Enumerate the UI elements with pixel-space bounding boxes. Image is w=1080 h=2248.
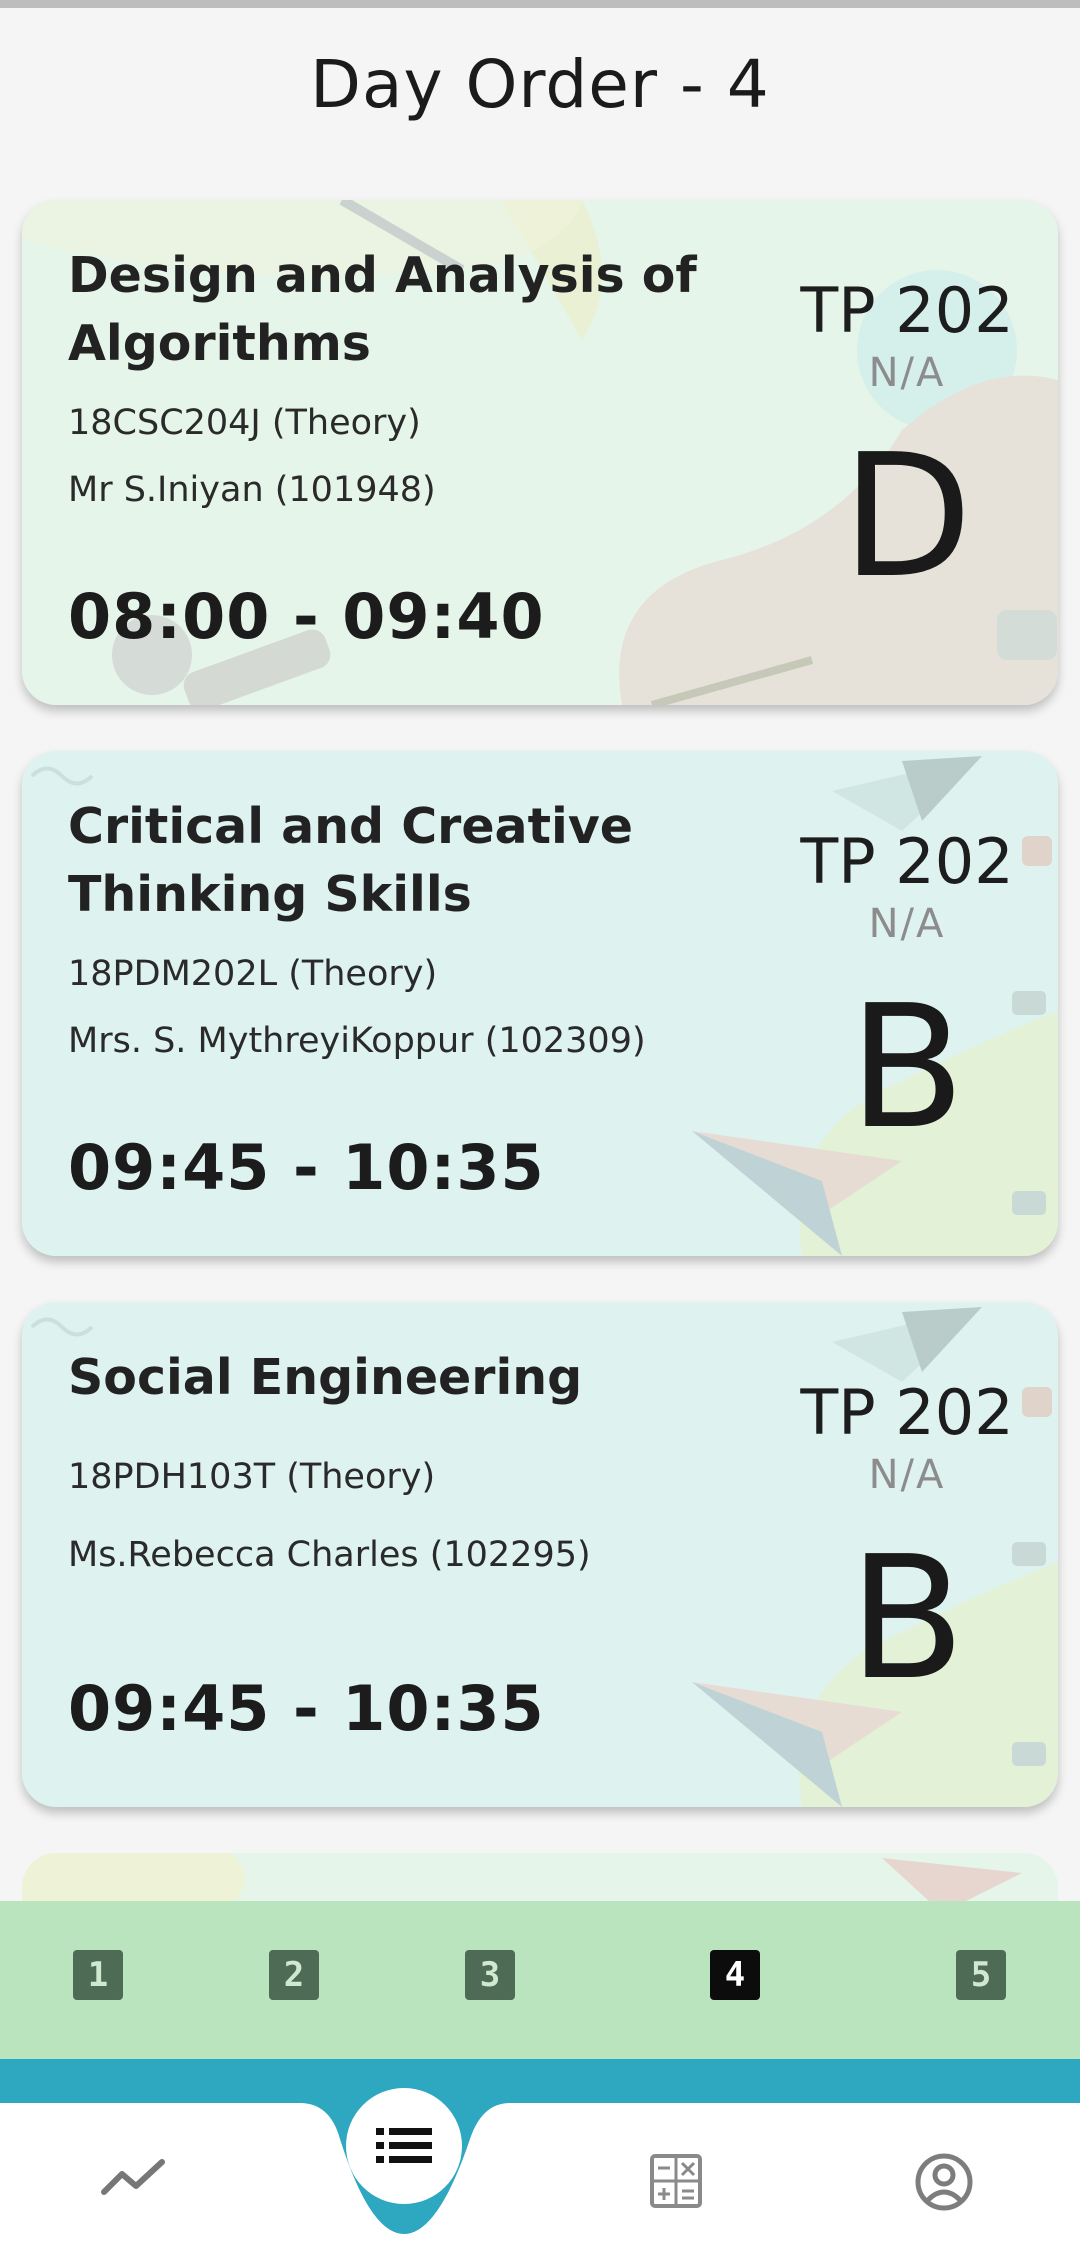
room-number: TP 202 [800,825,1014,898]
course-title: Design and Analysis of Algorithms [68,247,697,372]
class-card[interactable]: Critical and Creative Thinking Skills 18… [22,751,1058,1256]
class-card[interactable]: Design and Analysis of Algorithms 18CSC2… [22,200,1058,705]
faculty-name: Ms.Rebecca Charles (102295) [68,1535,591,1575]
profile-icon[interactable] [914,2152,974,2212]
course-code: 18PDH103T (Theory) [68,1457,436,1497]
course-title: Critical and Creative Thinking Skills [68,798,634,923]
calculator-icon[interactable] [650,2154,702,2208]
room-sub-label: N/A [868,1452,946,1498]
faculty-name: Mr S.Iniyan (101948) [68,470,436,510]
page-title: Day Order - 4 [310,46,770,123]
slot-letter: B [848,969,966,1167]
faculty-name: Mrs. S. MythreyiKoppur (102309) [68,1021,646,1061]
day-button-2[interactable]: 2 [269,1950,319,2000]
class-time: 09:45 - 10:35 [68,1672,545,1745]
course-code: 18CSC204J (Theory) [68,403,421,443]
room-number: TP 202 [800,1376,1014,1449]
course-title: Social Engineering [68,1349,583,1406]
top-progress-bar [0,0,1080,8]
list-icon [376,2128,432,2163]
slot-letter: D [841,418,973,616]
class-time: 08:00 - 09:40 [68,580,545,653]
day-button-1[interactable]: 1 [73,1950,123,2000]
day-button-4[interactable]: 4 [710,1950,760,2000]
day-button-5[interactable]: 5 [956,1950,1006,2000]
room-sub-label: N/A [868,901,946,947]
stats-icon[interactable] [100,2158,168,2198]
room-number: TP 202 [800,274,1014,347]
course-code: 18PDM202L (Theory) [68,954,438,994]
day-button-3[interactable]: 3 [465,1950,515,2000]
room-sub-label: N/A [868,350,946,396]
list-button[interactable] [346,2088,462,2204]
day-order-selector [0,1901,1080,2059]
class-card[interactable]: Social Engineering 18PDH103T (Theory) Ms… [22,1302,1058,1807]
slot-letter: B [848,1520,966,1718]
class-time: 09:45 - 10:35 [68,1131,545,1204]
